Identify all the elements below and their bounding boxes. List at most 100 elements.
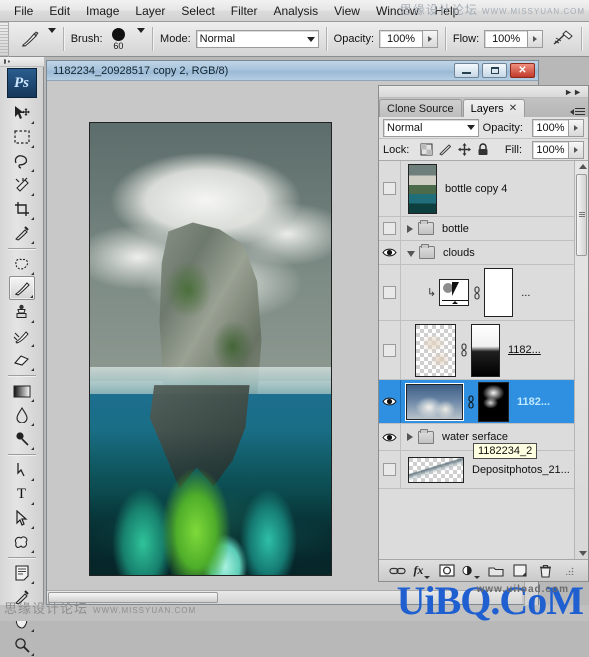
table-row[interactable]: clouds — [379, 241, 588, 265]
link-mask-icon[interactable] — [459, 342, 468, 358]
panel-menu-button[interactable] — [570, 108, 585, 115]
visibility-cell[interactable] — [379, 424, 401, 450]
menu-item-help[interactable]: Help — [427, 2, 468, 20]
layer-name[interactable]: bottle copy 4 — [445, 183, 507, 195]
rectangular-marquee-tool[interactable] — [9, 125, 35, 149]
minimize-button[interactable] — [454, 63, 479, 78]
layer-mask-thumbnail[interactable] — [484, 268, 514, 317]
opacity-input[interactable]: 100% — [379, 30, 424, 48]
layer-thumbnail[interactable] — [415, 323, 456, 377]
scrollbar-thumb[interactable] — [48, 592, 218, 603]
scrollbar-thumb[interactable] — [576, 174, 587, 256]
table-row[interactable]: bottle — [379, 217, 588, 241]
clone-stamp-tool[interactable] — [9, 300, 35, 324]
table-row[interactable]: ↳ ... — [379, 265, 588, 321]
eyedropper-tool[interactable] — [9, 221, 35, 245]
layers-vertical-scrollbar[interactable] — [574, 161, 588, 559]
blend-mode-select[interactable]: Normal — [195, 30, 319, 48]
visibility-cell[interactable] — [379, 265, 401, 320]
add-layer-mask-button[interactable] — [438, 563, 456, 579]
fill-input[interactable]: 100% — [532, 140, 569, 159]
chevron-down-icon[interactable] — [407, 250, 415, 257]
layer-mask-thumbnail[interactable] — [478, 381, 509, 422]
layer-blend-mode-select[interactable]: Normal — [383, 118, 479, 137]
airbrush-icon[interactable] — [552, 29, 574, 50]
document-title-bar[interactable]: 1182234_20928517 copy 2, RGB/8) ✕ — [47, 61, 538, 81]
blur-tool[interactable] — [9, 403, 35, 427]
layer-name[interactable]: ... — [521, 287, 530, 299]
table-row[interactable]: bottle copy 4 — [379, 161, 588, 217]
new-layer-button[interactable] — [511, 563, 529, 579]
new-group-button[interactable] — [487, 563, 505, 579]
layer-name[interactable]: water serface — [442, 431, 508, 443]
new-adjustment-layer-button[interactable] — [462, 563, 481, 579]
lasso-tool[interactable] — [9, 149, 35, 173]
scroll-up-icon[interactable] — [579, 164, 587, 169]
close-button[interactable]: ✕ — [510, 63, 535, 78]
visibility-cell[interactable] — [379, 161, 401, 216]
layer-name[interactable]: clouds — [443, 247, 475, 259]
eye-icon-on[interactable] — [382, 431, 397, 444]
tool-preset-dropdown[interactable] — [47, 28, 56, 45]
maximize-button[interactable] — [482, 63, 507, 78]
adjustment-layer-thumbnail[interactable] — [439, 279, 470, 306]
canvas-horizontal-scrollbar[interactable] — [47, 590, 522, 604]
tab-clone-source[interactable]: Clone Source — [379, 99, 462, 117]
resize-grip[interactable] — [561, 563, 579, 579]
layer-thumbnail[interactable] — [408, 163, 437, 214]
visibility-cell[interactable] — [379, 241, 401, 264]
layer-mask-thumbnail[interactable] — [471, 323, 500, 377]
brush-picker-dropdown[interactable] — [137, 28, 146, 45]
eraser-tool[interactable] — [9, 348, 35, 372]
layer-opacity-input[interactable]: 100% — [532, 118, 569, 137]
flow-input[interactable]: 100% — [484, 30, 529, 48]
magic-wand-tool[interactable] — [9, 173, 35, 197]
eye-icon-off[interactable] — [383, 182, 396, 195]
fill-slider-button[interactable] — [569, 140, 584, 159]
brush-tool[interactable] — [8, 276, 35, 300]
brush-size-preview[interactable]: 60 — [108, 27, 130, 51]
collapse-to-icons-icon[interactable]: ►► — [564, 88, 582, 97]
menu-item-analysis[interactable]: Analysis — [265, 2, 326, 20]
layer-opacity-slider-button[interactable] — [569, 118, 584, 137]
layer-thumbnail[interactable] — [405, 382, 464, 421]
dodge-tool[interactable] — [9, 427, 35, 451]
menu-item-filter[interactable]: Filter — [223, 2, 266, 20]
layer-name[interactable]: bottle — [442, 223, 469, 235]
history-brush-tool[interactable] — [9, 324, 35, 348]
eye-icon-on[interactable] — [382, 395, 397, 408]
menu-item-select[interactable]: Select — [173, 2, 222, 20]
tab-layers[interactable]: Layers ✕ — [462, 99, 526, 117]
options-bar-grip[interactable] — [0, 21, 9, 57]
eye-icon-on[interactable] — [382, 246, 397, 259]
layer-name[interactable]: 1182... — [508, 344, 541, 356]
toolbox-collapse-handle[interactable] — [0, 57, 44, 67]
layer-thumbnail[interactable] — [408, 456, 464, 483]
layer-name[interactable]: Depositphotos_21... — [472, 464, 570, 476]
lock-all-icon[interactable] — [476, 143, 490, 157]
table-row[interactable]: 1182... — [379, 380, 588, 424]
opacity-slider-button[interactable] — [423, 30, 439, 48]
visibility-cell[interactable] — [379, 451, 401, 488]
lock-transparent-pixels-icon[interactable] — [419, 143, 433, 157]
eye-icon-off[interactable] — [383, 222, 396, 235]
chevron-right-icon[interactable] — [407, 433, 413, 441]
crop-tool[interactable] — [9, 197, 35, 221]
path-selection-tool[interactable] — [9, 506, 35, 530]
chevron-right-icon[interactable] — [407, 224, 413, 233]
gradient-tool[interactable] — [9, 379, 35, 403]
visibility-cell[interactable] — [379, 380, 401, 423]
patch-healing-tool[interactable] — [9, 252, 35, 276]
eye-icon-off[interactable] — [383, 286, 396, 299]
panel-collapse-bar[interactable]: ►► — [379, 86, 588, 98]
menu-item-layer[interactable]: Layer — [127, 2, 173, 20]
menu-item-window[interactable]: Window — [368, 2, 427, 20]
scroll-down-icon[interactable] — [579, 551, 587, 556]
pen-tool[interactable] — [9, 458, 35, 482]
type-tool[interactable]: T — [9, 482, 35, 506]
menu-item-image[interactable]: Image — [78, 2, 127, 20]
layer-style-button[interactable]: fx — [413, 563, 431, 579]
custom-shape-tool[interactable] — [9, 530, 35, 554]
delete-layer-button[interactable] — [536, 563, 554, 579]
visibility-cell[interactable] — [379, 217, 401, 240]
